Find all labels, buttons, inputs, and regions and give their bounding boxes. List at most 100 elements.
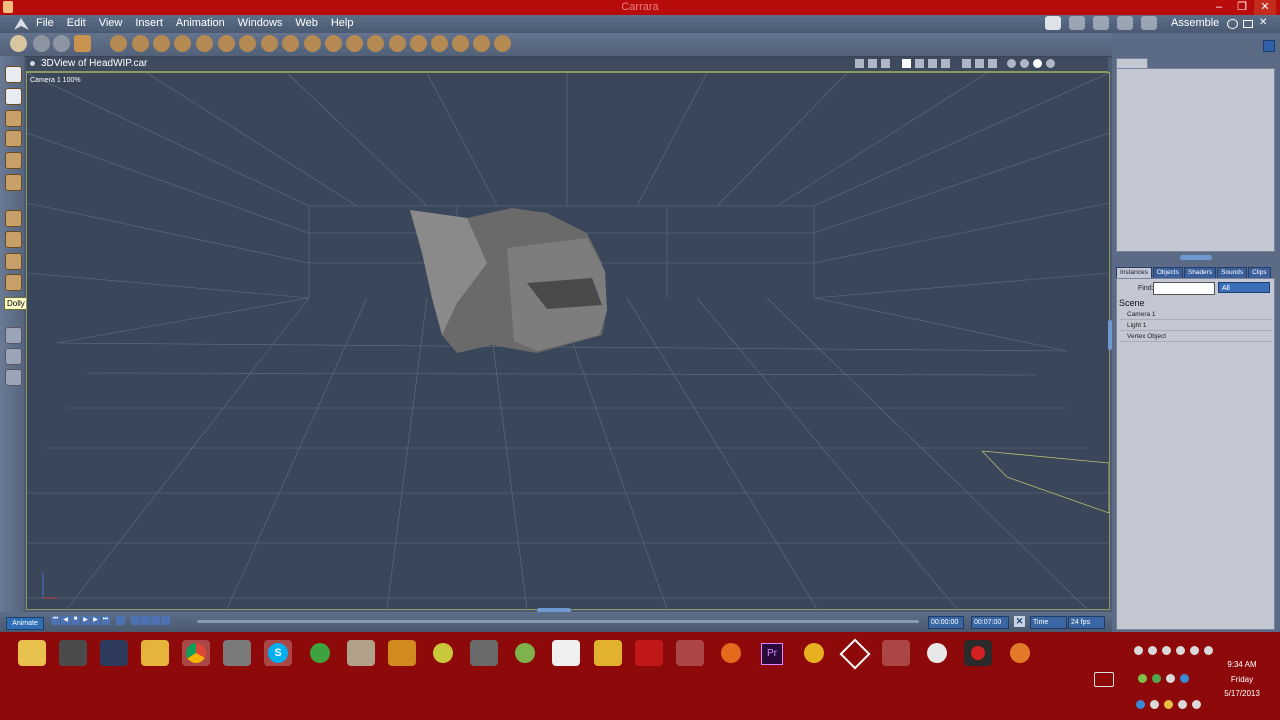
speaker-icon[interactable] — [1192, 700, 1201, 709]
find-input[interactable] — [1153, 282, 1215, 295]
bone-insert-icon[interactable] — [494, 35, 511, 52]
steam-tray-icon[interactable] — [1148, 646, 1157, 655]
monitor-icon[interactable] — [1176, 646, 1185, 655]
star-app-icon[interactable] — [1006, 640, 1034, 666]
utorrent-tray-icon[interactable] — [1152, 674, 1161, 683]
layout-four-icon[interactable] — [941, 59, 950, 68]
side-splitter-handle[interactable] — [1108, 320, 1112, 350]
step-forward-icon[interactable]: ▶ — [91, 616, 100, 625]
acrobat-icon[interactable] — [635, 640, 663, 666]
carrara-taskbar-icon[interactable] — [676, 640, 704, 666]
move-arrow-icon[interactable] — [5, 88, 22, 105]
room-texture-icon[interactable] — [1093, 16, 1109, 30]
scene-item-camera[interactable]: Camera 1 — [1120, 310, 1272, 320]
panel-splitter-handle[interactable] — [1180, 255, 1212, 260]
poser-icon[interactable] — [429, 640, 457, 666]
game-app-icon[interactable] — [923, 640, 951, 666]
textured-icon[interactable] — [988, 59, 997, 68]
panel-options-icon[interactable] — [1263, 40, 1275, 52]
delete-key-icon[interactable] — [151, 616, 160, 625]
spotlight-insert-icon[interactable] — [431, 35, 448, 52]
render-mode-icon[interactable] — [1007, 59, 1016, 68]
time-scrubber[interactable] — [197, 620, 919, 623]
figure-insert-icon[interactable] — [174, 35, 191, 52]
sun-insert-icon[interactable] — [346, 35, 363, 52]
dropbox-icon[interactable] — [1136, 700, 1145, 709]
power-icon[interactable] — [1164, 700, 1173, 709]
hand-pan-icon[interactable] — [5, 348, 22, 365]
plane-insert-icon[interactable] — [261, 35, 278, 52]
play-icon[interactable]: ▶ — [81, 616, 90, 625]
preview-icon[interactable] — [1020, 59, 1029, 68]
gear-insert-icon[interactable] — [239, 35, 256, 52]
menu-view[interactable]: View — [99, 17, 123, 29]
daz-studio-icon[interactable] — [470, 640, 498, 666]
bluetooth-icon[interactable] — [1180, 674, 1189, 683]
camera-track-icon[interactable] — [5, 253, 22, 270]
chrome-icon[interactable] — [182, 640, 210, 666]
anything-grows-icon[interactable] — [282, 35, 299, 52]
room-assemble-icon[interactable] — [1141, 16, 1157, 30]
headset-icon[interactable] — [1134, 646, 1143, 655]
wireframe-icon[interactable] — [962, 59, 971, 68]
eye-icon[interactable] — [1227, 19, 1238, 29]
camera-icon[interactable] — [5, 327, 22, 344]
app-icon[interactable] — [3, 1, 13, 13]
prev-key-icon[interactable] — [131, 616, 140, 625]
menu-animation[interactable]: Animation — [176, 17, 225, 29]
menu-web[interactable]: Web — [295, 17, 317, 29]
restore-panel-icon[interactable] — [1243, 20, 1253, 28]
fps-select[interactable]: 24 fps — [1068, 616, 1105, 629]
3d-viewport[interactable] — [26, 72, 1110, 610]
update-icon[interactable] — [1138, 674, 1147, 683]
step-back-icon[interactable]: ◀ — [61, 616, 70, 625]
rotate-tool-icon[interactable] — [5, 110, 22, 127]
sphere-insert-icon[interactable] — [110, 35, 127, 52]
menu-edit[interactable]: Edit — [67, 17, 86, 29]
clock-date[interactable]: 5/17/2013 — [1218, 689, 1266, 698]
network-tray-icon[interactable] — [1190, 646, 1199, 655]
room-render-icon[interactable] — [1117, 16, 1133, 30]
filter-select[interactable]: All — [1218, 282, 1270, 293]
menu-windows[interactable]: Windows — [238, 17, 283, 29]
link-tool-icon[interactable] — [5, 152, 22, 169]
bryce-icon[interactable] — [388, 640, 416, 666]
clock-time[interactable]: 9:34 AM — [1218, 660, 1266, 669]
fast-render-icon[interactable] — [1046, 59, 1055, 68]
stop-icon[interactable]: ■ — [71, 616, 80, 625]
bowl-insert-icon[interactable] — [389, 35, 406, 52]
room-storyboard-icon[interactable] — [1069, 16, 1085, 30]
premiere-icon[interactable]: Pr — [758, 640, 786, 666]
close-timeline-icon[interactable]: ✕ — [1014, 616, 1025, 627]
light-insert-icon[interactable] — [410, 35, 427, 52]
cloud-tray-icon[interactable] — [1150, 700, 1159, 709]
scale-tool-icon[interactable] — [5, 130, 22, 147]
full-render-icon[interactable] — [1033, 59, 1042, 68]
layout-three-icon[interactable] — [928, 59, 937, 68]
unity-icon[interactable] — [839, 638, 871, 670]
fire-insert-icon[interactable] — [325, 35, 342, 52]
pro-app-icon[interactable] — [594, 640, 622, 666]
end-time-field[interactable]: 00:07:00 — [971, 616, 1009, 629]
head-mesh[interactable] — [410, 208, 607, 353]
animate-button[interactable]: Animate — [6, 617, 44, 630]
steam-icon[interactable] — [882, 640, 910, 666]
target-insert-icon[interactable] — [473, 35, 490, 52]
document-app-icon[interactable] — [552, 640, 580, 666]
sync-app-icon[interactable] — [800, 640, 828, 666]
globe-insert-icon[interactable] — [153, 35, 170, 52]
menu-file[interactable]: File — [36, 17, 54, 29]
hammer-tool-icon[interactable] — [74, 35, 91, 52]
dolly-tool-icon[interactable] — [5, 274, 22, 291]
light-icon[interactable] — [868, 59, 877, 68]
text-insert-icon[interactable] — [218, 35, 235, 52]
brush-tool-icon[interactable] — [53, 35, 70, 52]
signal-icon[interactable] — [1178, 700, 1187, 709]
hand-tool-icon[interactable] — [33, 35, 50, 52]
grid-toggle-icon[interactable] — [881, 59, 890, 68]
start-time-field[interactable]: 00:00:00 — [928, 616, 964, 629]
menu-help[interactable]: Help — [331, 17, 354, 29]
pin-tool-icon[interactable] — [5, 174, 22, 191]
volume-icon[interactable] — [1204, 646, 1213, 655]
kindle-icon[interactable] — [100, 640, 128, 666]
